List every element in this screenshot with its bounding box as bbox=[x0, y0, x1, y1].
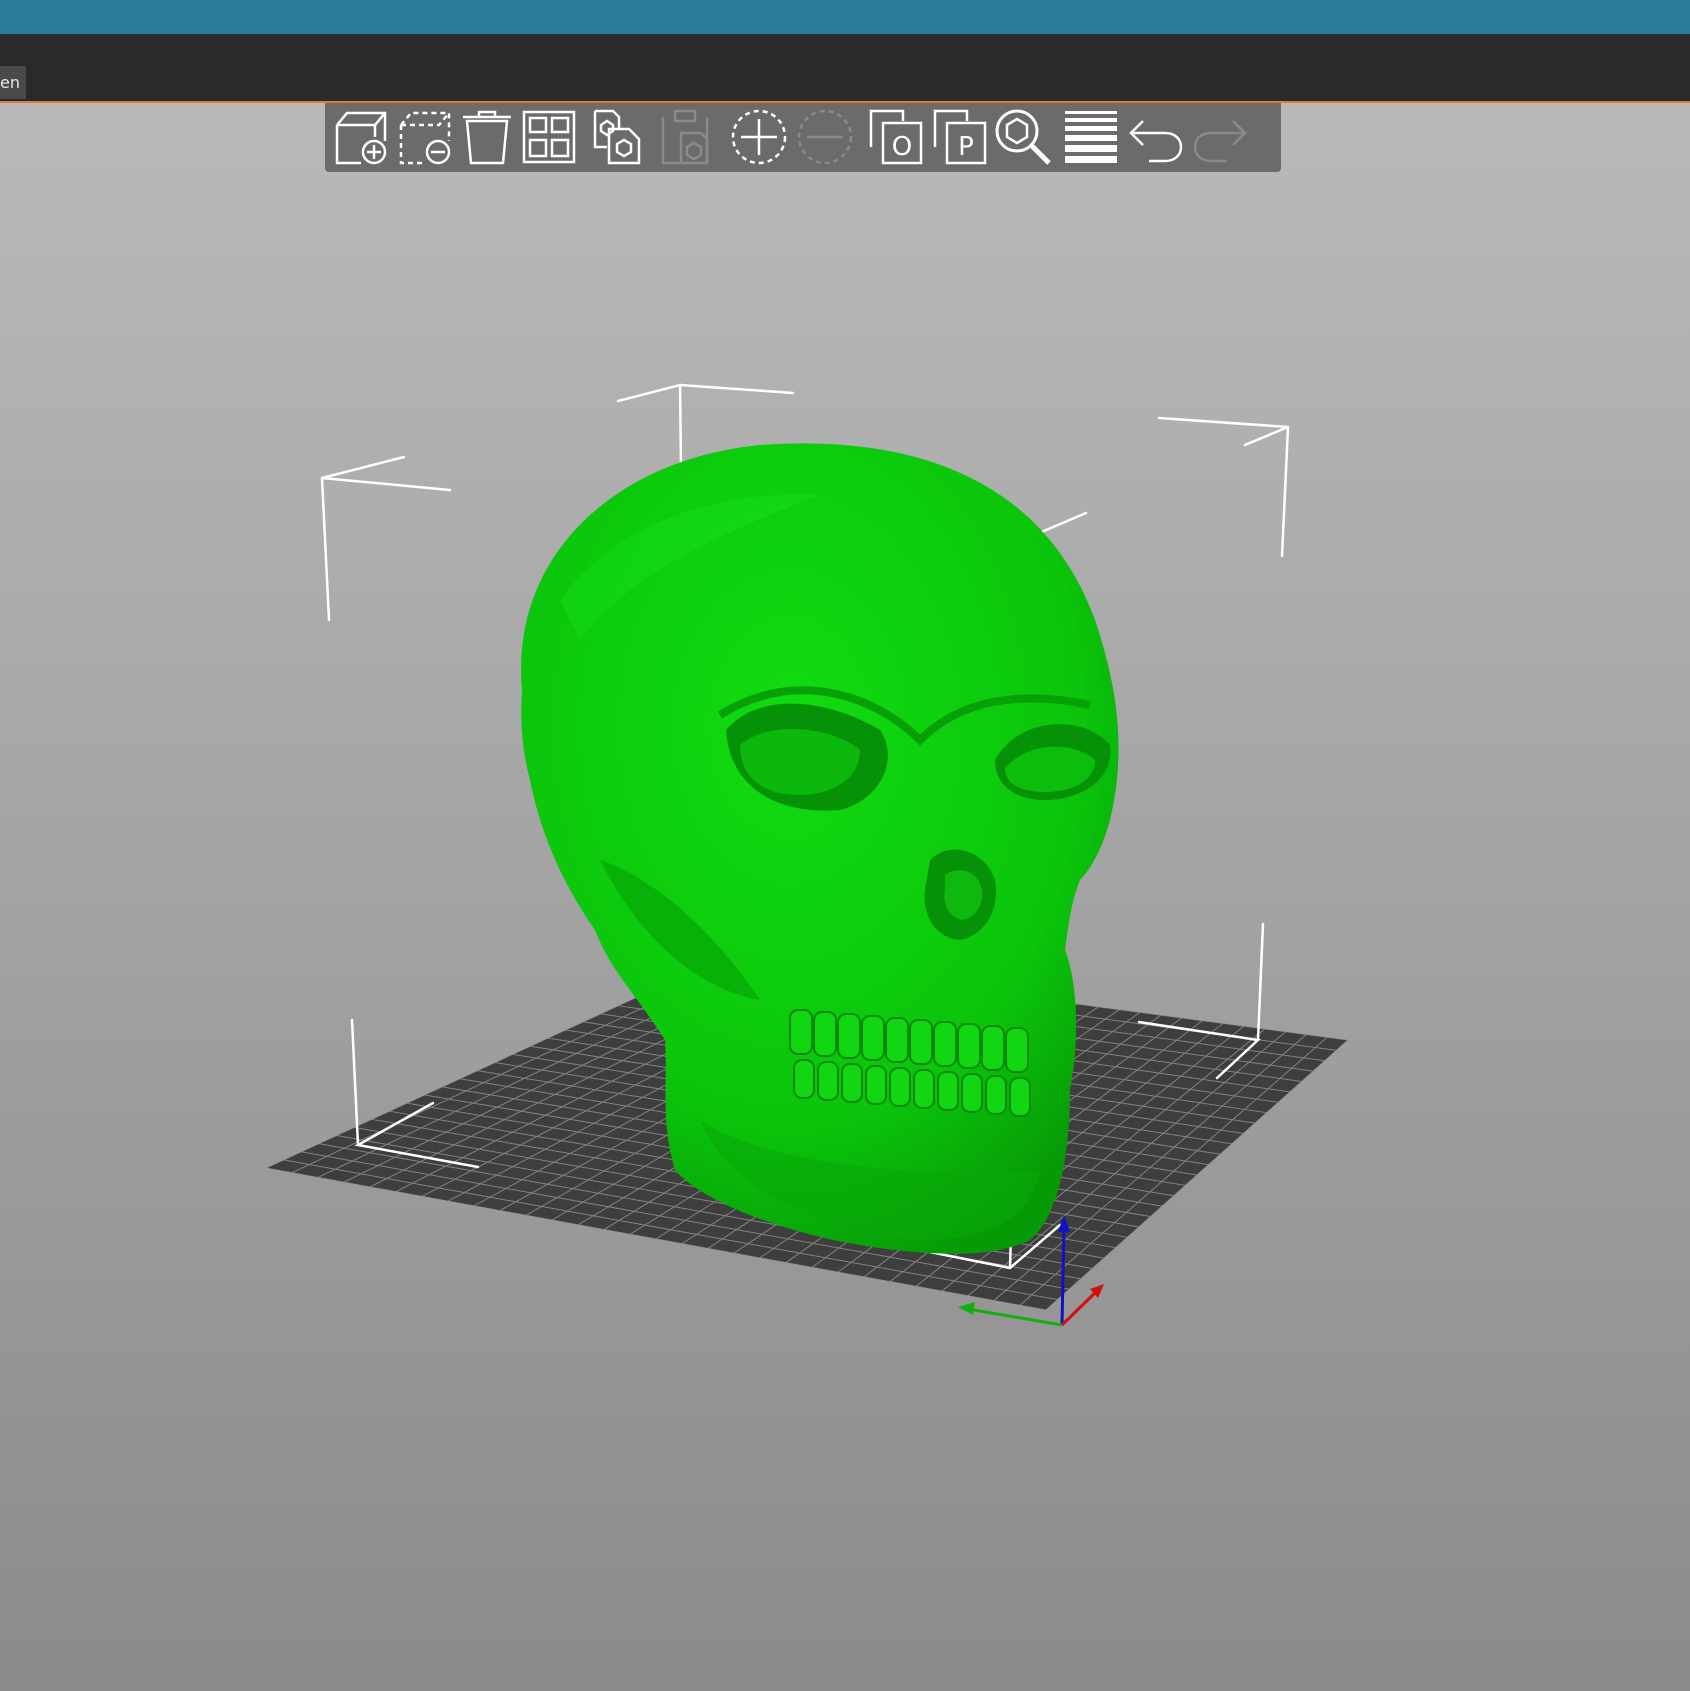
3d-viewport[interactable]: O P bbox=[0, 103, 1690, 1691]
undo-icon bbox=[1129, 120, 1183, 163]
arrange-icon bbox=[522, 110, 576, 164]
remove-instance-icon bbox=[797, 109, 853, 165]
remove-instance-button[interactable] bbox=[795, 107, 855, 167]
arrange-button[interactable] bbox=[519, 107, 579, 167]
lower-tooth bbox=[817, 1061, 839, 1101]
undo-button[interactable] bbox=[1125, 107, 1185, 167]
layers-button[interactable] bbox=[1061, 107, 1121, 167]
copy-icon bbox=[593, 109, 641, 165]
scene-canvas[interactable] bbox=[0, 103, 1690, 1691]
tab-label: en bbox=[0, 73, 20, 92]
upper-tooth bbox=[933, 1021, 957, 1067]
add-object-button[interactable] bbox=[331, 107, 391, 167]
layers-icon bbox=[1065, 111, 1117, 163]
lower-tooth bbox=[793, 1059, 815, 1099]
upper-tooth bbox=[885, 1017, 909, 1063]
upper-tooth bbox=[837, 1013, 861, 1059]
add-instance-button[interactable] bbox=[729, 107, 789, 167]
split-to-parts-button[interactable]: P bbox=[929, 107, 989, 167]
split-to-parts-icon: P bbox=[933, 109, 987, 165]
delete-all-icon bbox=[463, 110, 511, 165]
upper-tooth bbox=[909, 1019, 933, 1065]
upper-tooth bbox=[981, 1025, 1005, 1071]
redo-button[interactable] bbox=[1191, 107, 1251, 167]
lower-tooth bbox=[985, 1075, 1007, 1115]
upper-tooth bbox=[1005, 1027, 1029, 1073]
main-toolbar: O P bbox=[325, 103, 1281, 172]
window-title-bar bbox=[0, 0, 1690, 34]
search-icon bbox=[995, 109, 1051, 165]
lower-tooth bbox=[889, 1067, 911, 1107]
upper-tooth bbox=[789, 1009, 813, 1055]
split-to-objects-button[interactable]: O bbox=[865, 107, 925, 167]
upper-tooth bbox=[861, 1015, 885, 1061]
delete-all-button[interactable] bbox=[457, 107, 517, 167]
split-to-objects-icon: O bbox=[869, 109, 923, 165]
delete-object-icon bbox=[399, 111, 451, 165]
redo-icon bbox=[1193, 120, 1247, 163]
paste-button[interactable] bbox=[657, 107, 717, 167]
add-instance-icon bbox=[731, 109, 787, 165]
lower-tooth bbox=[841, 1063, 863, 1103]
split-objects-glyph: O bbox=[892, 132, 912, 162]
search-button[interactable] bbox=[993, 107, 1053, 167]
lower-tooth bbox=[961, 1073, 983, 1113]
lower-tooth bbox=[937, 1071, 959, 1111]
lower-tooth bbox=[1009, 1077, 1031, 1117]
paste-icon bbox=[661, 109, 709, 165]
delete-object-button[interactable] bbox=[395, 107, 455, 167]
copy-button[interactable] bbox=[589, 107, 649, 167]
tab-language[interactable]: en bbox=[0, 66, 26, 99]
add-object-icon bbox=[335, 111, 387, 165]
tab-bar: en bbox=[0, 34, 1690, 103]
lower-tooth bbox=[913, 1069, 935, 1109]
lower-tooth bbox=[865, 1065, 887, 1105]
split-parts-glyph: P bbox=[958, 132, 974, 162]
upper-tooth bbox=[813, 1011, 837, 1057]
upper-tooth bbox=[957, 1023, 981, 1069]
